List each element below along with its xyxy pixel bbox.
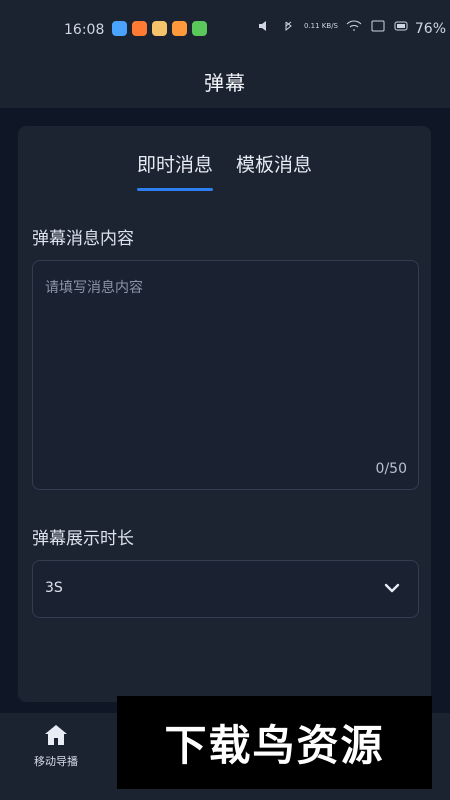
nav-item-mobile-director[interactable]: 移动导播 (28, 723, 84, 769)
tab-template-message[interactable]: 模板消息 (236, 150, 312, 191)
watermark: 下载鸟资源 (117, 696, 432, 789)
message-placeholder: 请填写消息内容 (45, 280, 143, 296)
mute-icon (258, 21, 266, 31)
sim-icon (371, 20, 385, 32)
duration-select[interactable]: 3S (32, 560, 419, 618)
app-notification-icon (132, 21, 147, 36)
duration-label: 弹幕展示时长 (32, 529, 134, 549)
tab-instant-message[interactable]: 即时消息 (136, 150, 213, 191)
watermark-text: 下载鸟资源 (164, 721, 385, 770)
app-notification-icon (152, 21, 167, 36)
battery-icon (394, 21, 408, 31)
header: 弹幕 (0, 58, 450, 108)
chevron-down-icon (384, 583, 400, 593)
notification-icons (112, 21, 207, 36)
character-counter: 0/50 (375, 461, 407, 477)
status-time: 16:08 (64, 22, 105, 38)
main-card: 即时消息 模板消息 弹幕消息内容 请填写消息内容 0/50 弹幕展示时长 3S (18, 126, 431, 702)
wifi-icon (346, 20, 362, 31)
status-bar: 16:08 0.11 KB/S 76% (0, 0, 450, 58)
home-icon (45, 725, 67, 745)
message-content-input[interactable]: 请填写消息内容 0/50 (32, 260, 419, 490)
nav-item-label: 移动导播 (34, 755, 78, 768)
bluetooth-icon (285, 21, 292, 32)
app-notification-icon (112, 21, 127, 36)
app-notification-icon (172, 21, 187, 36)
duration-selected-value: 3S (45, 580, 63, 596)
app-notification-icon (192, 21, 207, 36)
network-speed: 0.11 KB/S (303, 22, 338, 30)
tab-bar: 即时消息 模板消息 (18, 150, 431, 191)
status-indicators: 0.11 KB/S (256, 20, 410, 32)
battery-percentage: 76% (414, 21, 446, 37)
page-title: 弹幕 (204, 71, 246, 95)
message-content-label: 弹幕消息内容 (32, 229, 134, 249)
